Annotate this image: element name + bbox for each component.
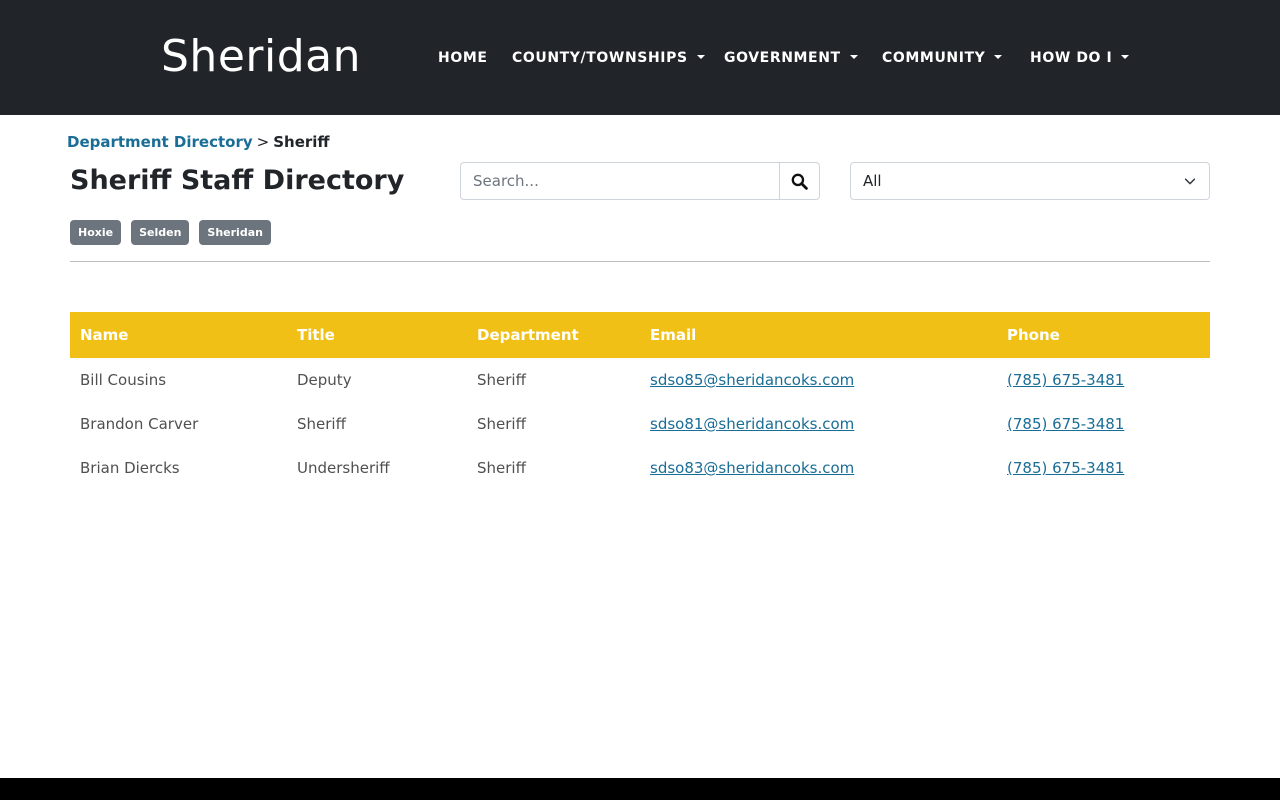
tag-sheridan[interactable]: Sheridan	[199, 220, 271, 245]
footer-bar	[0, 778, 1280, 800]
breadcrumb-link-department-directory[interactable]: Department Directory	[67, 133, 253, 151]
cell-phone: (785) 675-3481	[997, 446, 1210, 490]
divider	[70, 261, 1210, 262]
table-row: Brandon Carver Sheriff Sheriff sdso81@sh…	[70, 402, 1210, 446]
cell-title: Undersheriff	[297, 459, 390, 477]
staff-table: Name Title Department Email Phone Bill C…	[70, 312, 1210, 490]
location-tags: Hoxie Selden Sheridan	[70, 220, 271, 245]
cell-title: Deputy	[297, 371, 352, 389]
nav-government-label: GOVERNMENT	[724, 50, 841, 66]
email-link[interactable]: sdso81@sheridancoks.com	[650, 415, 854, 433]
cell-email: sdso83@sheridancoks.com	[640, 446, 997, 490]
table-row: Brian Diercks Undersheriff Sheriff sdso8…	[70, 446, 1210, 490]
column-header-email[interactable]: Email	[640, 312, 997, 358]
top-navbar: Sheridan HOME COUNTY/TOWNSHIPS GOVERNMEN…	[0, 0, 1280, 115]
cell-department: Sheriff	[477, 371, 526, 389]
breadcrumb-separator: >	[256, 133, 270, 151]
column-header-name[interactable]: Name	[70, 312, 287, 358]
table-header-row: Name Title Department Email Phone	[70, 312, 1210, 358]
search-icon	[791, 173, 808, 190]
chevron-down-icon	[1184, 178, 1196, 185]
column-header-department[interactable]: Department	[467, 312, 640, 358]
tag-selden[interactable]: Selden	[131, 220, 190, 245]
page-title: Sheriff Staff Directory	[70, 165, 405, 196]
cell-email: sdso85@sheridancoks.com	[640, 358, 997, 402]
cell-name: Bill Cousins	[80, 371, 167, 389]
table-row: Bill Cousins Deputy Sheriff sdso85@sheri…	[70, 358, 1210, 402]
cell-phone: (785) 675-3481	[997, 402, 1210, 446]
search-group	[460, 162, 820, 200]
phone-link[interactable]: (785) 675-3481	[1007, 459, 1124, 477]
column-header-title[interactable]: Title	[287, 312, 467, 358]
search-input[interactable]	[460, 162, 779, 200]
cell-name: Brandon Carver	[80, 415, 199, 433]
select-value: All	[863, 172, 882, 190]
nav-community-label: COMMUNITY	[882, 50, 986, 66]
nav-county-townships[interactable]: COUNTY/TOWNSHIPS	[512, 48, 705, 68]
cell-name: Brian Diercks	[80, 459, 180, 477]
email-link[interactable]: sdso85@sheridancoks.com	[650, 371, 854, 389]
phone-link[interactable]: (785) 675-3481	[1007, 371, 1124, 389]
cell-title: Sheriff	[297, 415, 346, 433]
cell-email: sdso81@sheridancoks.com	[640, 402, 997, 446]
cell-phone: (785) 675-3481	[997, 358, 1210, 402]
nav-home-label: HOME	[438, 50, 488, 66]
nav-how-do-i-label: HOW DO I	[1030, 50, 1113, 66]
caret-down-icon	[696, 55, 705, 59]
breadcrumb: Department Directory > Sheriff	[67, 133, 330, 151]
nav-home[interactable]: HOME	[438, 48, 488, 68]
tag-hoxie[interactable]: Hoxie	[70, 220, 122, 245]
breadcrumb-current: Sheriff	[273, 133, 330, 151]
search-button[interactable]	[779, 162, 820, 200]
nav-county-townships-label: COUNTY/TOWNSHIPS	[512, 50, 688, 66]
phone-link[interactable]: (785) 675-3481	[1007, 415, 1124, 433]
caret-down-icon	[849, 55, 858, 59]
column-header-phone[interactable]: Phone	[997, 312, 1210, 358]
brand-logo-text[interactable]: Sheridan	[161, 31, 361, 82]
cell-department: Sheriff	[477, 415, 526, 433]
email-link[interactable]: sdso83@sheridancoks.com	[650, 459, 854, 477]
cell-department: Sheriff	[477, 459, 526, 477]
nav-government[interactable]: GOVERNMENT	[724, 48, 858, 68]
caret-down-icon	[1121, 55, 1130, 59]
caret-down-icon	[994, 55, 1003, 59]
department-filter-select[interactable]: All	[850, 162, 1210, 200]
nav-how-do-i[interactable]: HOW DO I	[1030, 48, 1130, 68]
nav-community[interactable]: COMMUNITY	[882, 48, 1003, 68]
